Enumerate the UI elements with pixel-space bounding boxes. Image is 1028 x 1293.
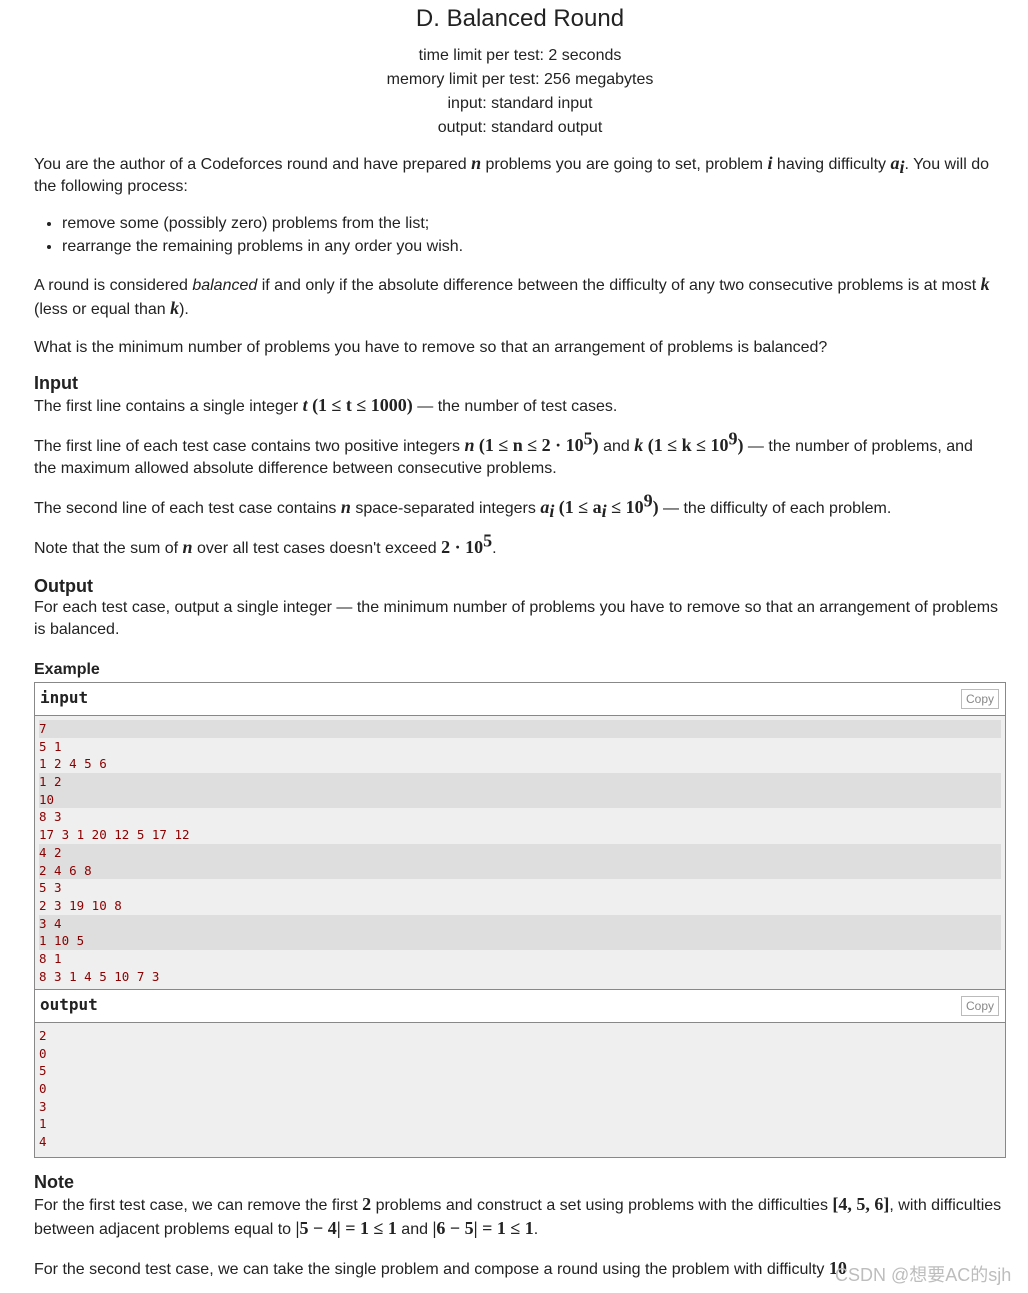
example-title: Example <box>34 661 100 678</box>
input-file: input: standard input <box>447 95 593 112</box>
sample-input-line: 3 4 <box>39 914 1001 933</box>
statement-paragraph-1: You are the author of a Codeforces round… <box>34 153 989 195</box>
output-specification: Output For each test case, output a sing… <box>34 575 1004 641</box>
sample-input-line: 5 3 <box>39 880 62 896</box>
input-line-1: The first line contains a single integer… <box>34 395 618 415</box>
time-limit: time limit per test: 2 seconds <box>418 47 622 64</box>
sample-output-line: 5 <box>39 1063 47 1079</box>
input-line-3: The second line of each test case contai… <box>34 490 892 522</box>
sample-input-line: 8 3 1 4 5 10 7 3 <box>39 968 160 984</box>
sample-input-line: 2 4 6 8 <box>39 861 1001 880</box>
sample-input-line: 1 2 4 5 6 <box>39 756 107 772</box>
input-line-4: Note that the sum of n over all test cas… <box>34 530 497 557</box>
sample-output: output Copy 2050314 <box>34 989 1006 1158</box>
sample-output-line: 1 <box>39 1116 47 1132</box>
sample-input-body: 75 11 2 4 5 61 2 10 8 3 17 3 1 20 12 5 17 1… <box>35 716 1005 992</box>
memory-limit: memory limit per test: 256 megabytes <box>386 71 654 88</box>
sample-input-line: 8 1 <box>39 950 62 966</box>
sample-input-line: 17 3 1 20 12 5 17 12 <box>39 827 190 843</box>
sample-output-header: output Copy <box>35 990 1005 1023</box>
problem-page: D. Balanced Round time limit per test: 2… <box>34 0 1006 1278</box>
sample-output-body: 2050314 <box>35 1023 1005 1157</box>
input-specification: Input The first line contains a single i… <box>34 372 999 560</box>
output-file: output: standard output <box>437 119 603 136</box>
input-line-2: The first line of each test case contain… <box>34 428 973 477</box>
problem-limits: time limit per test: 2 seconds memory li… <box>34 44 1006 140</box>
sample-output-line: 0 <box>39 1081 47 1097</box>
copy-output-button[interactable]: Copy <box>960 996 999 1016</box>
note-paragraph-1: For the first test case, we can remove t… <box>34 1194 1002 1238</box>
problem-header: D. Balanced Round time limit per test: 2… <box>34 4 1006 140</box>
sample-input-line: 5 1 <box>39 738 62 754</box>
sample-input-line: 1 2 <box>39 773 1001 791</box>
note-title: Note <box>34 1172 74 1192</box>
list-item: remove some (possibly zero) problems fro… <box>62 212 994 235</box>
problem-title: D. Balanced Round <box>415 5 625 32</box>
sample-output-line: 4 <box>39 1134 47 1150</box>
sample-input-line: 4 2 <box>39 843 1001 862</box>
legend: You are the author of a Codeforces round… <box>34 152 994 359</box>
process-list: remove some (possibly zero) problems fro… <box>34 212 994 258</box>
csdn-watermark: CSDN @想要AC的sjh <box>835 1265 1012 1285</box>
sample-output-label: output <box>40 995 98 1014</box>
sample-input-label: input <box>40 688 89 707</box>
sample-input-line: 2 3 19 10 8 <box>39 897 122 913</box>
sample-output-line: 2 <box>39 1028 47 1043</box>
copy-input-button[interactable]: Copy <box>960 689 999 709</box>
sample-input: input Copy 75 11 2 4 5 61 2 10 8 3 17 3 1 2… <box>34 682 1006 993</box>
sample-input-header: input Copy <box>35 683 1005 716</box>
sample-input-line: 1 10 5 <box>39 932 1001 950</box>
sample-input-line: 10 <box>39 790 1001 809</box>
output-text: For each test case, output a single inte… <box>34 599 999 638</box>
output-section-title: Output <box>34 576 93 596</box>
sample-input-line: 7 <box>39 720 1001 738</box>
sample-output-line: 3 <box>39 1098 47 1114</box>
statement-paragraph-3: What is the minimum number of problems y… <box>34 339 828 356</box>
sample-output-line: 0 <box>39 1045 47 1061</box>
input-section-title: Input <box>34 373 78 393</box>
list-item: rearrange the remaining problems in any … <box>62 235 994 258</box>
sample-input-line: 8 3 <box>39 809 62 825</box>
statement-paragraph-2: A round is considered balanced if and on… <box>34 274 990 318</box>
